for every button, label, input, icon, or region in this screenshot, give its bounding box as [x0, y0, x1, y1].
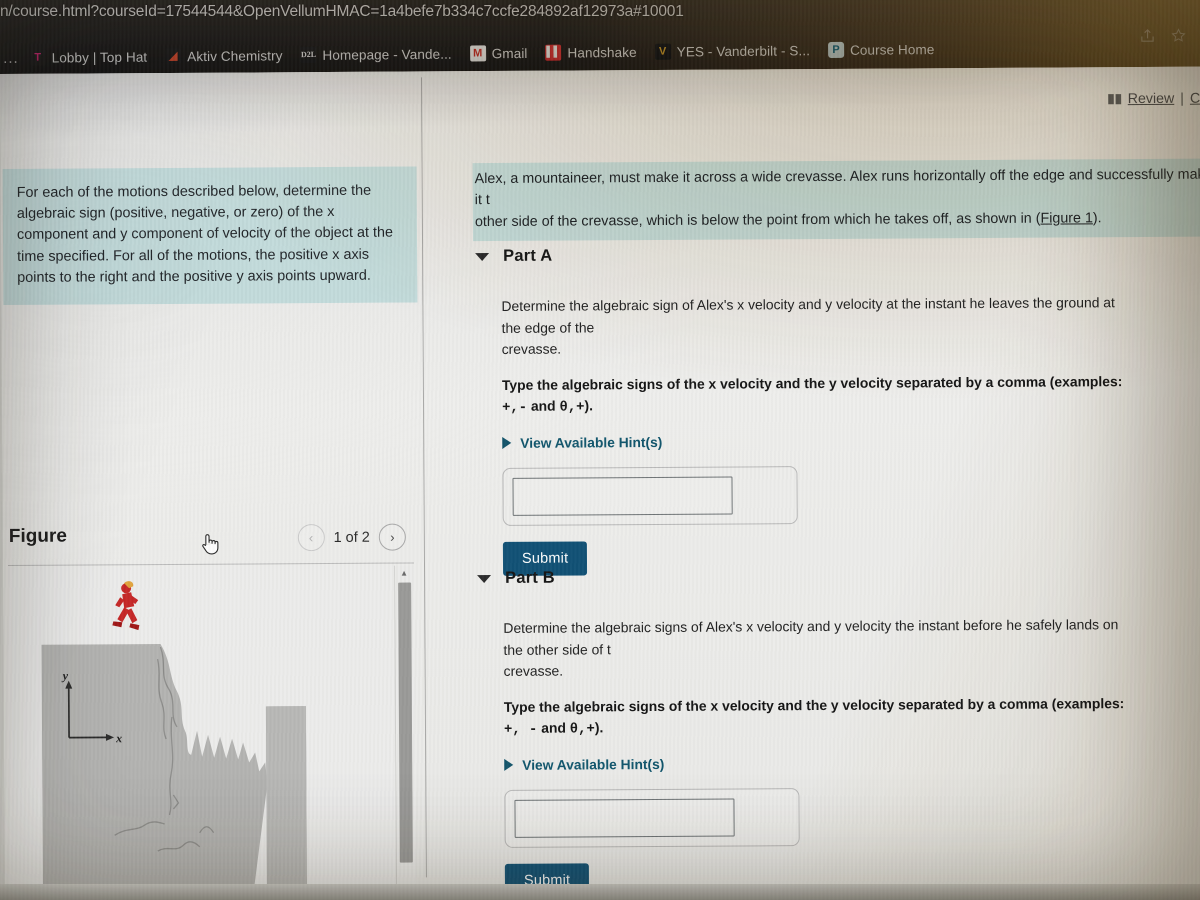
chevron-down-icon[interactable] [477, 574, 492, 583]
part-a-question-line2: crevasse. [501, 340, 562, 358]
figure-next-button[interactable]: › [378, 523, 406, 551]
part-a-directive: Type the algebraic signs of the x veloci… [502, 371, 1124, 420]
part-b-section: Part B Determine the algebraic signs of … [425, 565, 1200, 898]
scroll-up-icon[interactable]: ▲ [395, 565, 413, 579]
bookmark-label: Lobby | Top Hat [51, 49, 148, 66]
bookmark-handshake[interactable]: ▌▌ Handshake [536, 37, 645, 68]
screenshot-photo: n/course.html?courseId=17544544&OpenVell… [0, 0, 1200, 900]
bookmark-label: Homepage - Vande... [322, 46, 452, 63]
aktiv-chemistry-icon: ◢ [165, 48, 182, 65]
tophat-icon: T [29, 49, 46, 66]
figure-viewport: y x ▲ [8, 565, 417, 898]
mastering-physics-page: For each of the motions described below,… [0, 66, 1200, 900]
handshake-icon: ▌▌ [545, 44, 562, 61]
part-b-question: Determine the algebraic signs of Alex's … [503, 616, 1119, 658]
book-icon [1107, 93, 1122, 105]
bookmark-label: Aktiv Chemistry [187, 47, 283, 64]
figure-prev-button[interactable]: ‹ [297, 524, 325, 552]
chevron-right-icon[interactable] [502, 437, 512, 450]
d2l-icon: D2L [300, 46, 317, 64]
figure-header: Figure ‹ 1 of 2 › [3, 511, 424, 566]
part-b-question-line2: crevasse. [503, 662, 564, 680]
svg-text:y: y [61, 669, 69, 683]
bookmark-course-home[interactable]: P Course Home [819, 34, 944, 65]
part-a-hint-toggle[interactable]: View Available Hint(s) [502, 432, 1124, 451]
part-b-body: Determine the algebraic signs of Alex's … [425, 584, 1127, 898]
part-b-directive-post: ). [594, 719, 604, 736]
bookmark-gmail[interactable]: M Gmail [461, 38, 537, 69]
part-a-title: Part A [503, 246, 553, 265]
part-a-question: Determine the algebraic sign of Alex's x… [501, 294, 1115, 336]
review-link[interactable]: Review [1128, 91, 1175, 107]
part-a-hint-label: View Available Hint(s) [520, 434, 663, 451]
yes-vanderbilt-icon: V [654, 43, 671, 60]
review-next-link[interactable]: C [1190, 91, 1200, 107]
part-b-hint-label: View Available Hint(s) [522, 756, 665, 773]
part-a-directive-post: ). [584, 397, 594, 414]
problem-statement-line1: Alex, a mountaineer, must make it across… [474, 166, 1200, 209]
instructions-box: For each of the motions described below,… [2, 166, 418, 305]
bookmark-yes-vanderbilt[interactable]: V YES - Vanderbilt - S... [646, 35, 820, 67]
part-a-directive-mid: and [527, 397, 560, 414]
scrollbar-thumb[interactable] [398, 582, 413, 863]
chevron-right-icon[interactable] [504, 759, 514, 772]
part-a-answer-shell [502, 465, 798, 526]
part-b-example-two: θ,+ [569, 721, 595, 738]
bookmark-label: Gmail [491, 45, 528, 61]
bookmark-label: Course Home [849, 41, 935, 58]
bookmark-label: YES - Vanderbilt - S... [676, 42, 811, 60]
part-b-example-one: +, - [503, 721, 538, 739]
part-a-answer-input[interactable] [512, 476, 733, 516]
gmail-icon: M [469, 45, 486, 62]
part-b-answer-shell [504, 787, 800, 848]
part-b-directive: Type the algebraic signs of the x veloci… [504, 693, 1126, 742]
part-b-answer-input[interactable] [514, 798, 735, 838]
figure-pager: ‹ 1 of 2 › [297, 523, 406, 552]
browser-chrome: n/course.html?courseId=17544544&OpenVell… [0, 0, 1200, 78]
crevasse-figure-illustration: y x [8, 565, 396, 898]
part-a-example-one: +,- [502, 399, 528, 417]
part-b-hint-toggle[interactable]: View Available Hint(s) [504, 754, 1126, 773]
part-b-directive-pre: Type the algebraic signs of the x veloci… [503, 694, 1125, 715]
bookmark-label: Handshake [567, 44, 637, 61]
review-separator: | [1180, 90, 1184, 107]
bookmark-aktiv-chemistry[interactable]: ◢ Aktiv Chemistry [156, 40, 292, 71]
problem-statement-line2: other side of the crevasse, which is bel… [474, 210, 1041, 230]
part-a-section: Part A Determine the algebraic sign of A… [423, 243, 1200, 576]
figure-1-link[interactable]: Figure 1 [1040, 210, 1093, 226]
figure-page-count: 1 of 2 [333, 529, 370, 546]
chevron-down-icon[interactable] [475, 252, 490, 261]
bookmark-lobby-top-hat[interactable]: T Lobby | Top Hat [21, 42, 157, 73]
bookmark-homepage-vanderbilt[interactable]: D2L Homepage - Vande... [291, 39, 461, 71]
part-a-body: Determine the algebraic sign of Alex's x… [423, 262, 1125, 576]
figure-title: Figure [8, 525, 67, 547]
review-bar: Review | C [1107, 91, 1200, 108]
left-pane: For each of the motions described below,… [0, 71, 426, 900]
right-pane: Review | C Alex, a mountaineer, must mak… [422, 67, 1200, 898]
problem-statement: Alex, a mountaineer, must make it across… [472, 158, 1200, 242]
part-a-example-two: θ,+ [559, 399, 585, 416]
part-b-title: Part B [505, 568, 555, 587]
figure-scrollbar[interactable]: ▲ ▼ [394, 565, 416, 896]
address-bar[interactable]: n/course.html?courseId=17544544&OpenVell… [0, 3, 760, 27]
bookmarks-overflow[interactable]: ... [0, 49, 21, 66]
mouse-cursor [199, 531, 221, 557]
svg-text:x: x [115, 731, 122, 745]
problem-statement-line2-post: ). [1092, 210, 1102, 227]
part-b-directive-mid: and [537, 719, 570, 736]
monitor-bezel [0, 884, 1200, 900]
pearson-course-icon: P [827, 41, 845, 59]
part-a-directive-pre: Type the algebraic signs of the x veloci… [501, 372, 1123, 393]
